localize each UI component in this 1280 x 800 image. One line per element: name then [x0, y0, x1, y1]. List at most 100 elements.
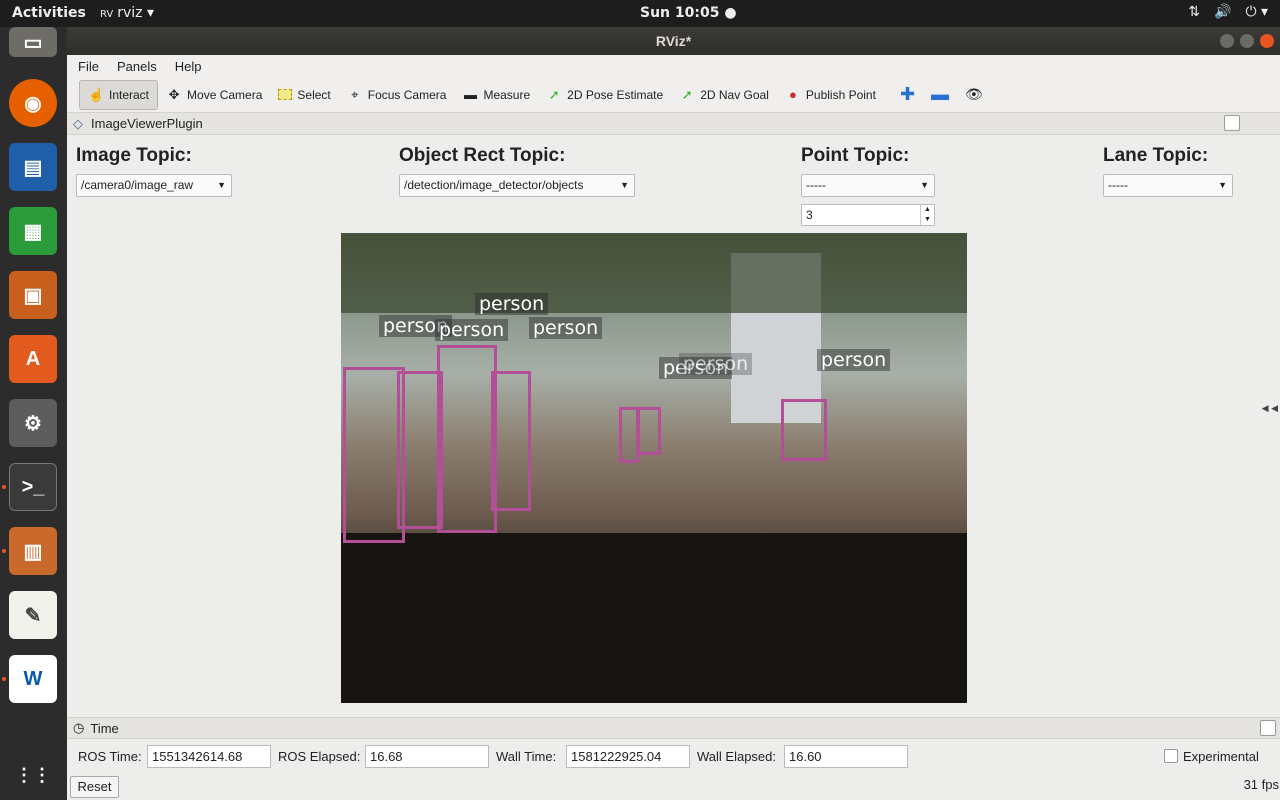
spin-down-icon[interactable]: ▼: [920, 215, 934, 225]
system-tray[interactable]: ⇅ 🔊 ⏻ ▾: [1188, 4, 1268, 20]
menu-panels[interactable]: Panels: [117, 59, 157, 74]
lane-topic-select[interactable]: ----- ▼: [1103, 174, 1233, 197]
detection-box: [437, 345, 497, 533]
wall-elapsed-field[interactable]: 16.60: [784, 745, 908, 768]
experimental-checkbox[interactable]: [1164, 749, 1178, 763]
point-topic-label: Point Topic:: [801, 145, 910, 166]
ros-time-field[interactable]: 1551342614.68: [147, 745, 271, 768]
firefox-icon[interactable]: ◉: [9, 79, 57, 127]
eye-icon: 👁: [965, 86, 983, 102]
chevron-down-icon: ▼: [920, 180, 929, 190]
image-topic-value: /camera0/image_raw: [81, 178, 194, 192]
calc-icon[interactable]: ▦: [9, 207, 57, 255]
remove-tool-button[interactable]: ▬: [923, 80, 957, 110]
collapse-arrows-icon[interactable]: ◀ ◀: [1262, 403, 1278, 414]
detection-box: [343, 367, 405, 543]
green-arrow-icon: ➚: [548, 86, 560, 102]
show-apps-icon[interactable]: ⋮⋮: [9, 751, 57, 799]
camera-image-view[interactable]: person person person person person perso…: [341, 233, 967, 703]
tool-bar: ☝ Interact ✥ Move Camera Select ⌖ Focus Cam…: [67, 77, 1280, 113]
green-arrow-icon: ➚: [681, 86, 693, 102]
tool-label: Publish Point: [805, 87, 876, 102]
impress-icon[interactable]: ▣: [9, 271, 57, 319]
tool-label: Interact: [109, 87, 150, 102]
activities-button[interactable]: Activities: [12, 5, 86, 21]
tool-2d-nav-goal[interactable]: ➚ 2D Nav Goal: [671, 80, 777, 110]
writer-icon[interactable]: ▤: [9, 143, 57, 191]
detection-box: [491, 371, 531, 511]
minus-icon: ▬: [931, 84, 950, 104]
minimize-button[interactable]: [1220, 34, 1234, 48]
tree-canopy: [341, 233, 967, 313]
tool-measure[interactable]: ▬ Measure: [454, 80, 538, 110]
system-top-bar: Activities RV rviz ▾ Sun 10:05 ● ⇅ 🔊 ⏻ ▾: [0, 0, 1280, 27]
ruler-icon: ▬: [463, 87, 477, 102]
files-icon[interactable]: ▥: [9, 527, 57, 575]
detection-label: person: [435, 319, 509, 341]
network-icon[interactable]: ⇅: [1188, 4, 1200, 20]
maximize-button[interactable]: [1240, 34, 1254, 48]
software-center-icon[interactable]: A: [9, 335, 57, 383]
plus-icon: ✚: [899, 84, 916, 104]
clock[interactable]: Sun 10:05 ●: [640, 5, 737, 21]
tool-interact[interactable]: ☝ Interact: [79, 79, 159, 110]
reset-button[interactable]: Reset: [70, 776, 119, 798]
ros-elapsed-field[interactable]: 16.68: [365, 745, 489, 768]
move-icon: ✥: [168, 86, 180, 102]
tool-label: Move Camera: [187, 87, 263, 102]
menu-file[interactable]: File: [78, 59, 99, 74]
app-menu-label: rviz: [117, 5, 143, 21]
time-panel-float-checkbox[interactable]: [1260, 720, 1276, 736]
menu-help[interactable]: Help: [175, 59, 202, 74]
autoware-icon[interactable]: W: [9, 655, 57, 703]
time-panel-header: ◷ Time: [67, 717, 1280, 739]
tool-move-camera[interactable]: ✥ Move Camera: [158, 80, 270, 110]
panel-header: ◇ ImageViewerPlugin: [67, 113, 1280, 135]
close-button[interactable]: [1260, 34, 1274, 48]
tool-visibility-button[interactable]: 👁: [957, 80, 991, 110]
point-topic-select[interactable]: ----- ▼: [801, 174, 935, 197]
spin-up-icon[interactable]: ▲: [920, 205, 934, 215]
window-titlebar[interactable]: RViz*: [67, 27, 1280, 55]
add-tool-button[interactable]: ✚: [892, 80, 923, 110]
menu-bar: File Panels Help: [67, 55, 1280, 77]
rect-topic-select[interactable]: /detection/image_detector/objects ▼: [399, 174, 635, 197]
text-editor-icon[interactable]: ✎: [9, 591, 57, 639]
tool-label: 2D Pose Estimate: [567, 87, 664, 102]
wall-elapsed-label: Wall Elapsed:: [697, 749, 776, 764]
point-size-spinbox[interactable]: 3 ▲ ▼: [801, 204, 935, 226]
app-menu[interactable]: RV rviz ▾: [100, 5, 154, 21]
chevron-down-icon: ▼: [620, 180, 629, 190]
wall-time-field[interactable]: 1581222925.04: [566, 745, 690, 768]
running-indicator: [2, 549, 6, 553]
panel-float-checkbox[interactable]: [1224, 115, 1240, 131]
crosshair-icon: ⌖: [351, 86, 359, 102]
running-indicator: [2, 485, 6, 489]
point-size-value: 3: [806, 208, 813, 222]
chevron-down-icon: ▼: [217, 180, 226, 190]
tool-label: Select: [297, 87, 331, 102]
tool-publish-point[interactable]: ● Publish Point: [777, 80, 884, 110]
drive-icon[interactable]: ▭: [9, 27, 57, 57]
tool-focus-camera[interactable]: ⌖ Focus Camera: [339, 80, 455, 110]
hand-icon: ☝: [88, 86, 105, 102]
panel-diamond-icon: ◇: [73, 115, 83, 131]
panel-title: ImageViewerPlugin: [91, 116, 203, 131]
terminal-icon[interactable]: >_: [9, 463, 57, 511]
detection-box: [781, 399, 827, 461]
ros-time-label: ROS Time:: [78, 749, 142, 764]
tool-select[interactable]: Select: [270, 80, 338, 110]
rviz-window: RViz* File Panels Help ☝ Interact ✥ Move C…: [67, 27, 1280, 800]
ros-elapsed-label: ROS Elapsed:: [278, 749, 361, 764]
rviz-app-icon: RV: [100, 9, 114, 20]
fps-readout: 31 fps: [1243, 777, 1279, 792]
lane-topic-value: -----: [1108, 178, 1128, 192]
volume-icon[interactable]: 🔊: [1214, 4, 1231, 20]
power-icon[interactable]: ⏻ ▾: [1245, 4, 1268, 20]
detection-label: person: [679, 353, 753, 375]
tool-2d-pose-estimate[interactable]: ➚ 2D Pose Estimate: [538, 80, 671, 110]
detection-box: [619, 407, 639, 463]
point-topic-value: -----: [806, 178, 826, 192]
image-topic-select[interactable]: /camera0/image_raw ▼: [76, 174, 232, 197]
settings-icon[interactable]: ⚙: [9, 399, 57, 447]
